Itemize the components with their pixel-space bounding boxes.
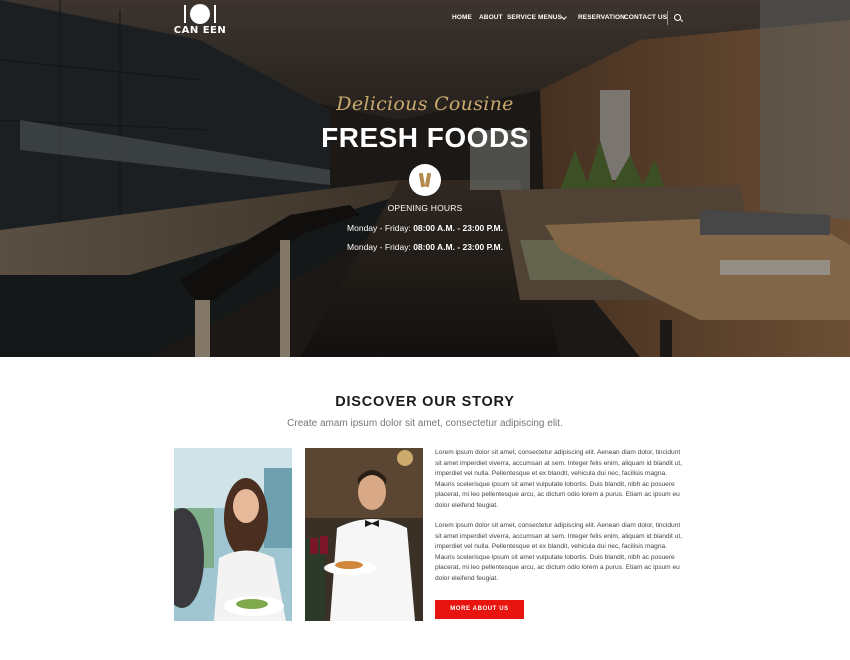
nav-item-about[interactable]: ABOUT — [479, 14, 503, 21]
hero-script-title: Delicious Cousine — [336, 93, 514, 115]
fork-icon — [184, 5, 186, 23]
hours-days: Monday - Friday: — [347, 242, 411, 252]
nav-item-menus[interactable]: MENUS — [538, 14, 562, 21]
hours-time: 08:00 A.M. - 23:00 P.M. — [413, 242, 503, 252]
opening-hours-line: Monday - Friday: 08:00 A.M. - 23:00 P.M. — [0, 242, 850, 252]
story-paragraph: Lorem ipsum dolor sit amet, consectetur … — [435, 449, 683, 509]
hours-time: 08:00 A.M. - 23:00 P.M. — [413, 223, 503, 233]
plate-icon — [190, 4, 210, 24]
story-title: DISCOVER OUR STORY — [335, 394, 515, 410]
knife-icon — [214, 5, 216, 23]
story-subtitle: Create amam ipsum dolor sit amet, consec… — [287, 418, 563, 429]
opening-hours-line: Monday - Friday: 08:00 A.M. - 23:00 P.M. — [0, 223, 850, 233]
diner-photo — [174, 448, 292, 621]
nav-divider — [667, 11, 668, 25]
more-about-us-button[interactable]: MORE ABOUT US — [435, 600, 524, 619]
nav-item-reservation[interactable]: RESERVATION — [578, 14, 625, 21]
wine-glasses-icon — [409, 164, 441, 196]
waiter-photo — [305, 448, 423, 621]
hero-banner: CAN EEN HOME ABOUT SERVICE MENUS RESERVA… — [0, 0, 850, 357]
hours-days: Monday - Friday: — [347, 223, 411, 233]
logo[interactable]: CAN EEN — [173, 2, 227, 38]
nav-item-contact[interactable]: CONTACT US — [624, 14, 667, 21]
nav-item-home[interactable]: HOME — [452, 14, 472, 21]
search-icon[interactable] — [674, 14, 681, 21]
logo-wordmark: CAN EEN — [173, 25, 227, 36]
hero-headline: FRESH FOODS — [321, 122, 529, 153]
story-paragraph: Lorem ipsum dolor sit amet, consectetur … — [435, 522, 683, 582]
opening-hours-title: OPENING HOURS — [387, 203, 463, 213]
nav-item-service[interactable]: SERVICE — [507, 14, 536, 21]
